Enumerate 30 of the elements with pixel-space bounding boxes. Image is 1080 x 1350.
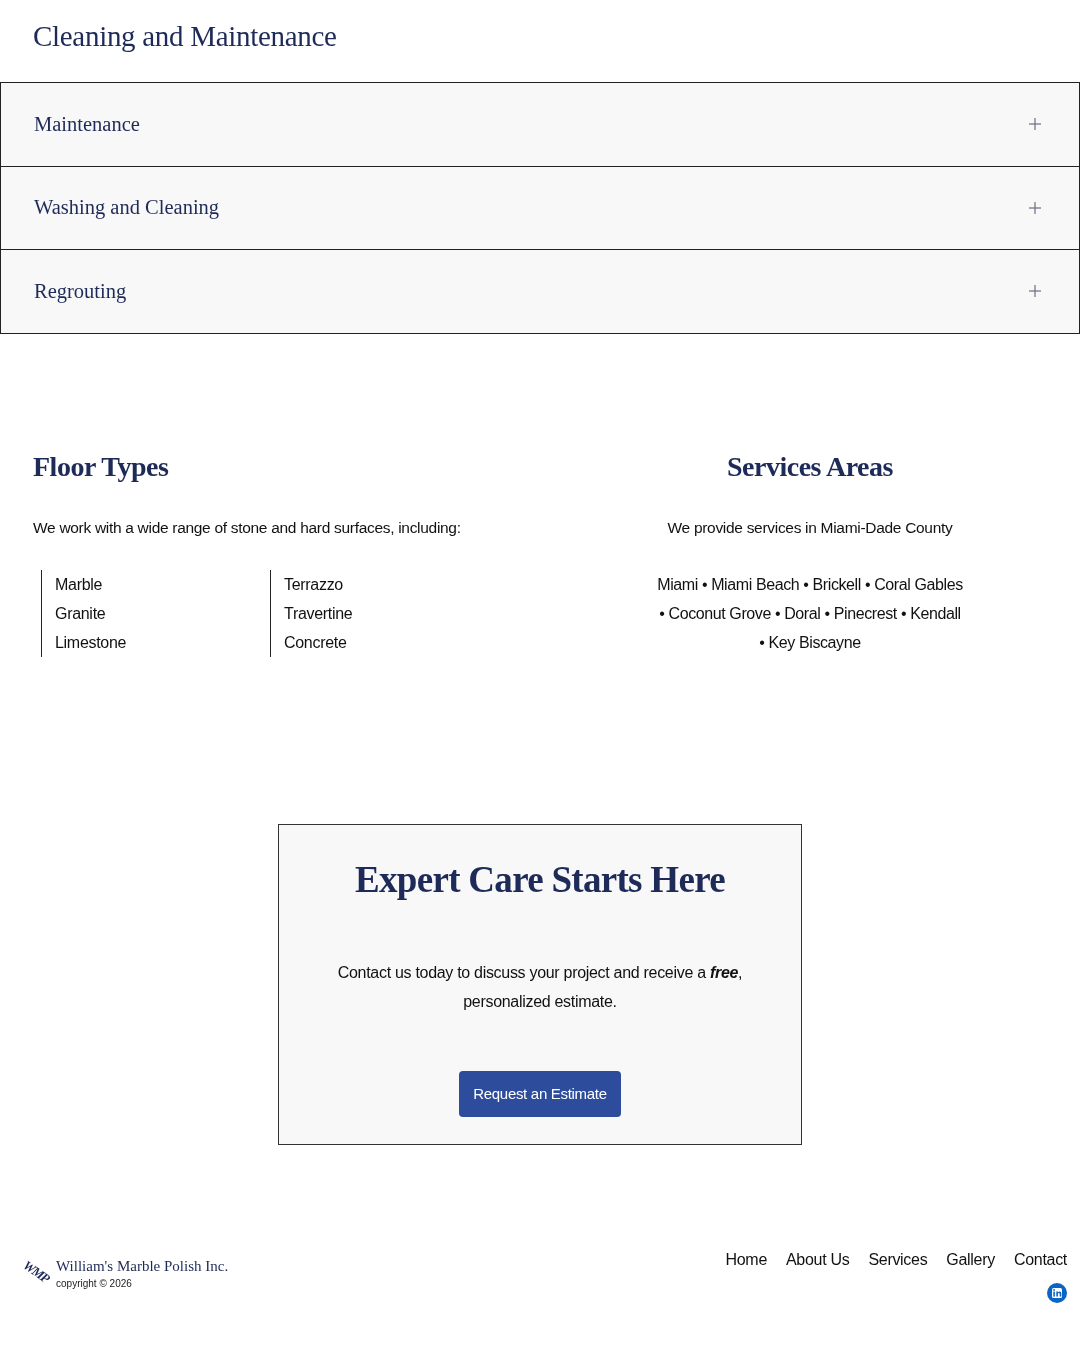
cta-text: Contact us today to discuss your project and receive a free, personalized estimate. bbox=[336, 962, 744, 1012]
plus-icon bbox=[1029, 118, 1041, 131]
nav-link[interactable]: Services bbox=[868, 1248, 928, 1271]
plus-icon bbox=[1029, 201, 1041, 214]
list-item: Marble bbox=[55, 574, 104, 595]
plus-icon bbox=[1029, 285, 1041, 298]
accordion-item[interactable]: Regrouting bbox=[0, 250, 1080, 334]
section-heading: Floor Types bbox=[33, 449, 170, 484]
nav-link[interactable]: Home bbox=[725, 1248, 767, 1271]
estimate-button[interactable]: Request an Estimate bbox=[459, 1070, 621, 1117]
page-title: Cleaning and Maintenance bbox=[32, 19, 338, 54]
logo-monogram: WMP bbox=[20, 1257, 52, 1286]
list-item: Limestone bbox=[55, 632, 128, 653]
accordion-item[interactable]: Washing and Cleaning bbox=[0, 166, 1080, 250]
list-item: Terrazzo bbox=[284, 574, 344, 595]
linkedin-icon[interactable] bbox=[1047, 1282, 1067, 1303]
copyright-text: copyright © 2026 bbox=[56, 1276, 132, 1291]
cta-heading: Expert Care Starts Here bbox=[355, 857, 725, 902]
list-item: Travertine bbox=[284, 603, 354, 624]
nav-link[interactable]: Contact bbox=[1013, 1248, 1067, 1271]
service-areas-text: Miami • Miami Beach • Brickell • Coral Gables • Coconut Grove • Doral • Pinecrest • Kendall • Key Biscayne bbox=[656, 574, 964, 653]
nav-link[interactable]: Gallery bbox=[946, 1248, 995, 1271]
accordion-item[interactable]: Maintenance bbox=[0, 83, 1080, 167]
section-heading: Services Areas bbox=[727, 449, 893, 484]
list-item: Concrete bbox=[284, 632, 348, 653]
section-intro: We provide services in Miami-Dade County bbox=[667, 517, 953, 538]
nav-link[interactable]: About Us bbox=[786, 1248, 850, 1271]
section-intro: We work with a wide range of stone and hard surfaces, including: bbox=[33, 517, 462, 538]
list-item: Granite bbox=[55, 603, 107, 624]
company-name: William's Marble Polish Inc. bbox=[56, 1256, 229, 1275]
